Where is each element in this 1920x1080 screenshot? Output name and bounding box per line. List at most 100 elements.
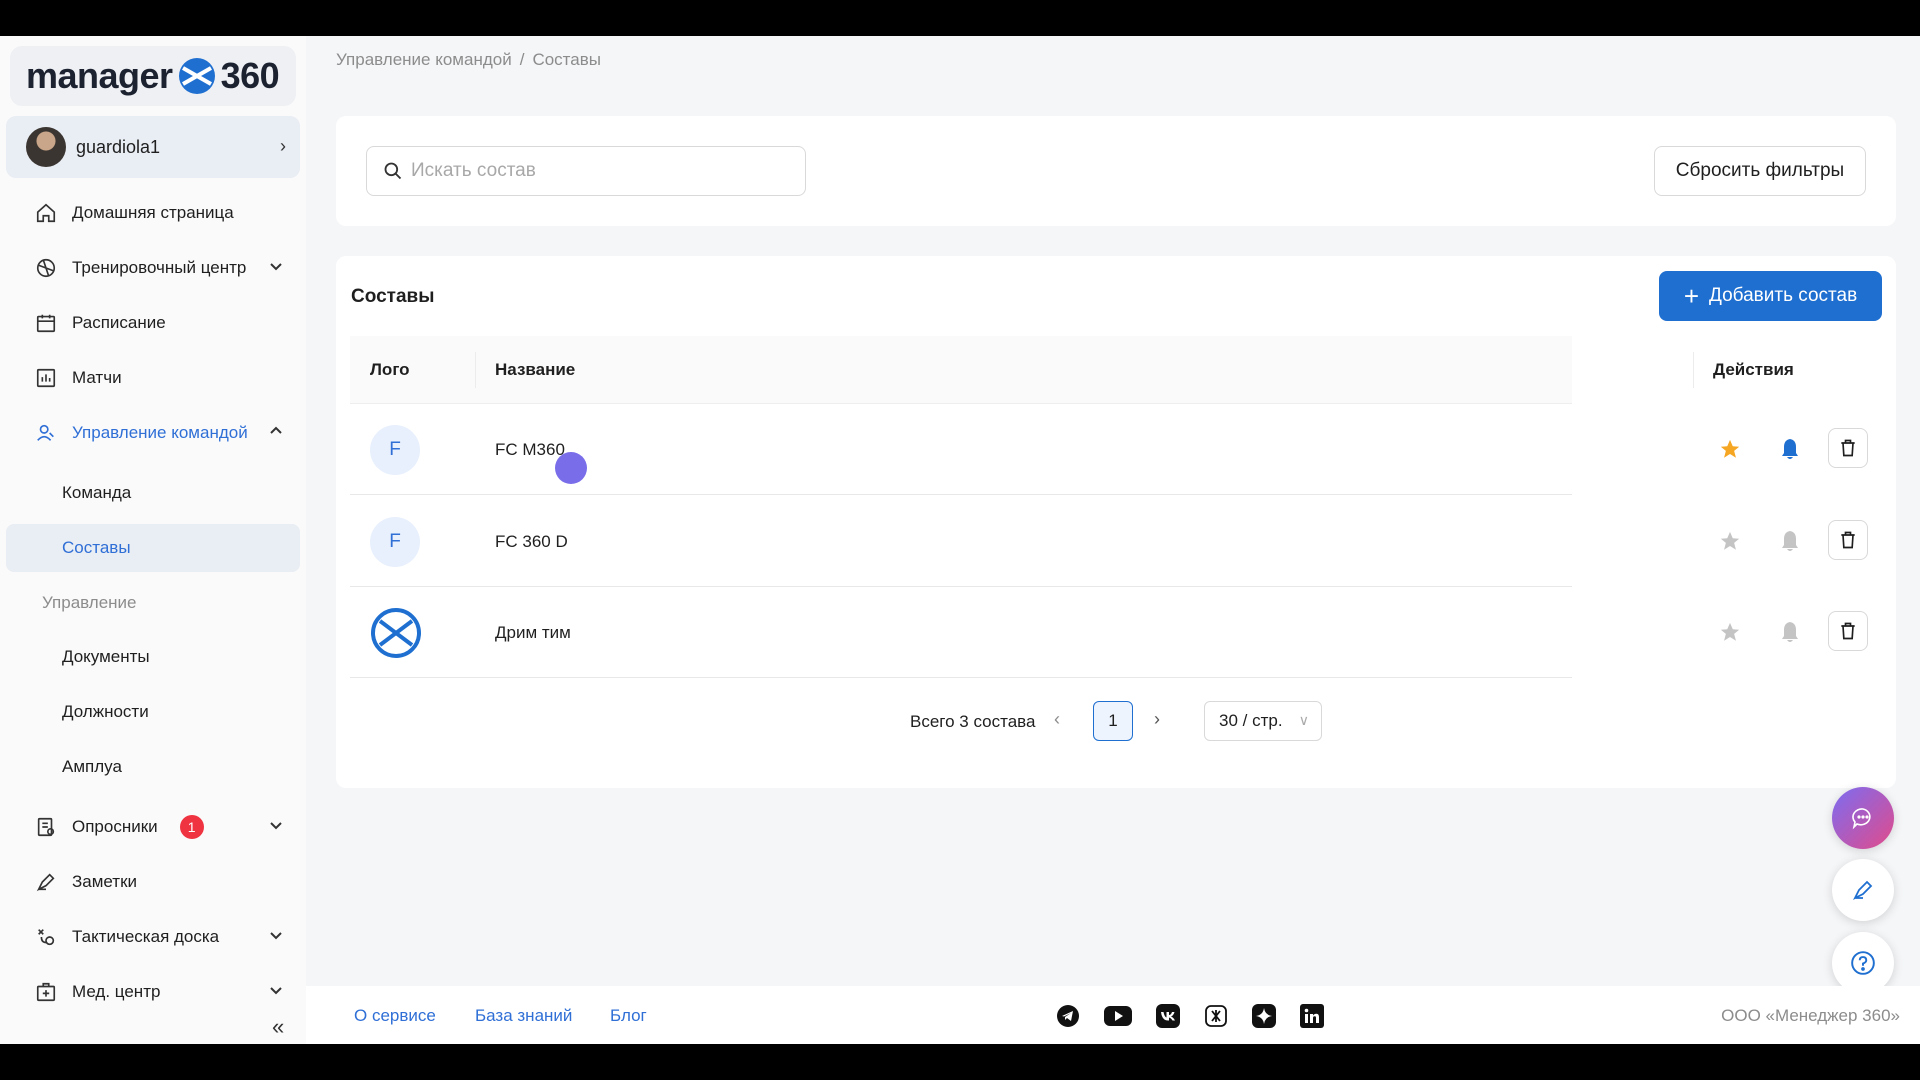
delete-button[interactable] — [1828, 520, 1868, 560]
search-input[interactable] — [411, 160, 791, 182]
pagination: Всего 3 состава ‹ 1 › 30 / стр. ∨ — [336, 701, 1608, 741]
sidebar-item-label: Управление командой — [72, 423, 248, 442]
trash-icon — [1841, 439, 1855, 457]
sidebar-item-notes[interactable]: Заметки — [6, 858, 300, 906]
calendar-icon — [34, 311, 58, 335]
table-row[interactable]: F FC M360 — [350, 404, 1868, 495]
roster-name[interactable]: FC 360 D — [495, 532, 568, 552]
search-box[interactable] — [366, 146, 806, 196]
chart-icon — [34, 366, 58, 390]
company-name: ООО «Менеджер 360» — [1721, 1006, 1900, 1025]
sidebar-item-label: Должности — [62, 702, 149, 721]
question-icon — [1851, 951, 1875, 975]
roster-logo: F — [370, 425, 420, 475]
help-button[interactable] — [1832, 932, 1894, 994]
trash-icon — [1841, 622, 1855, 640]
sidebar-item-label: Команда — [62, 483, 132, 502]
chat-bubble-icon — [1852, 808, 1871, 830]
trash-icon — [1841, 531, 1855, 549]
favorite-star-icon[interactable] — [1718, 529, 1742, 553]
sidebar-item-home[interactable]: Домашняя страница — [6, 189, 300, 237]
sidebar-item-positions[interactable]: Должности — [6, 688, 300, 736]
medical-icon — [34, 980, 58, 1004]
sidebar-item-schedule[interactable]: Расписание — [6, 299, 300, 347]
table-row[interactable]: Дрим тим — [350, 587, 1868, 678]
training-ball-icon — [34, 256, 58, 280]
pen-icon — [1852, 880, 1873, 901]
delete-button[interactable] — [1828, 428, 1868, 468]
table-row[interactable]: F FC 360 D — [350, 496, 1868, 587]
column-header-actions: Действия — [1713, 360, 1794, 379]
sidebar-item-roles[interactable]: Амплуа — [6, 743, 300, 791]
ball-icon — [178, 58, 215, 94]
favorite-star-icon[interactable] — [1718, 620, 1742, 644]
chevron-right-icon: › — [280, 136, 286, 156]
top-letterbox — [0, 0, 1920, 36]
home-icon — [34, 201, 58, 225]
draw-button[interactable] — [1832, 859, 1894, 921]
delete-button[interactable] — [1828, 611, 1868, 651]
sidebar-item-surveys[interactable]: Опросники 1 — [6, 803, 300, 851]
brand-logo[interactable]: manager 360 — [10, 46, 296, 106]
sidebar-item-label: Домашняя страница — [72, 203, 234, 222]
pen-icon — [34, 870, 58, 894]
sidebar-group-management: Управление — [6, 583, 300, 623]
roster-logo-ball-icon — [371, 608, 421, 658]
page-size-select[interactable]: 30 / стр. ∨ — [1204, 701, 1322, 741]
footer-link-blog[interactable]: Блог — [610, 1006, 647, 1026]
notification-badge: 1 — [179, 815, 204, 839]
telegram-icon[interactable] — [1055, 1003, 1081, 1029]
add-roster-label: Добавить состав — [1709, 285, 1858, 306]
chat-button[interactable] — [1832, 787, 1894, 849]
sidebar-item-team-management[interactable]: Управление командой — [6, 409, 300, 457]
filter-card: Сбросить фильтры — [336, 116, 1896, 226]
plus-icon: + — [1683, 280, 1699, 311]
sidebar: manager 360 guardiola1 › Домашняя страни… — [0, 36, 306, 1044]
sidebar-item-tactics[interactable]: Тактическая доска — [6, 913, 300, 961]
page-button-current[interactable]: 1 — [1093, 701, 1133, 741]
youtube-icon[interactable] — [1103, 1003, 1133, 1029]
sidebar-item-documents[interactable]: Документы — [6, 633, 300, 681]
sparkle-icon[interactable] — [1251, 1003, 1277, 1029]
roster-name[interactable]: FC M360 — [495, 440, 565, 460]
notification-bell-icon[interactable] — [1778, 529, 1802, 553]
page-size-value: 30 / стр. — [1219, 711, 1283, 730]
users-icon — [34, 421, 58, 445]
column-divider — [475, 352, 476, 388]
sidebar-item-medical[interactable]: Мед. центр — [6, 968, 300, 1016]
sidebar-item-rosters[interactable]: Составы — [6, 524, 300, 572]
sidebar-item-label: Амплуа — [62, 757, 122, 776]
sidebar-item-label: Тренировочный центр — [72, 258, 247, 277]
vk-icon[interactable] — [1155, 1003, 1181, 1029]
column-header-name: Название — [495, 360, 576, 379]
user-name: guardiola1 — [76, 136, 161, 157]
chevron-down-icon: ∨ — [1298, 712, 1309, 728]
sidebar-item-training[interactable]: Тренировочный центр — [6, 244, 300, 292]
chevron-left-icon[interactable]: ‹ — [1054, 709, 1060, 730]
bottom-letterbox — [0, 1044, 1920, 1080]
notification-bell-icon[interactable] — [1778, 620, 1802, 644]
app-frame: manager 360 guardiola1 › Домашняя страни… — [0, 36, 1920, 1044]
reset-filters-button[interactable]: Сбросить фильтры — [1654, 146, 1866, 196]
sidebar-item-label: Документы — [62, 647, 150, 666]
survey-icon — [34, 815, 58, 839]
collapse-sidebar-icon[interactable]: « — [272, 1014, 284, 1040]
sidebar-item-label: Матчи — [72, 368, 122, 387]
user-profile[interactable]: guardiola1 › — [6, 116, 300, 178]
sidebar-item-label: Заметки — [72, 872, 138, 891]
breadcrumb-parent[interactable]: Управление командой — [336, 50, 512, 69]
column-header-logo: Лого — [370, 360, 410, 379]
zen-icon[interactable] — [1203, 1003, 1229, 1029]
notification-bell-icon[interactable] — [1778, 437, 1802, 461]
chevron-down-icon — [270, 263, 282, 271]
roster-name[interactable]: Дрим тим — [495, 623, 571, 643]
footer-link-about[interactable]: О сервисе — [354, 1006, 436, 1026]
add-roster-button[interactable]: + Добавить состав — [1659, 271, 1882, 321]
sidebar-item-team[interactable]: Команда — [6, 469, 300, 517]
linkedin-icon[interactable] — [1299, 1003, 1325, 1029]
footer-link-knowledge[interactable]: База знаний — [475, 1006, 572, 1026]
favorite-star-icon[interactable] — [1718, 437, 1742, 461]
sidebar-item-matches[interactable]: Матчи — [6, 354, 300, 402]
brand-name-left: manager — [26, 55, 173, 96]
chevron-right-icon[interactable]: › — [1154, 709, 1160, 730]
